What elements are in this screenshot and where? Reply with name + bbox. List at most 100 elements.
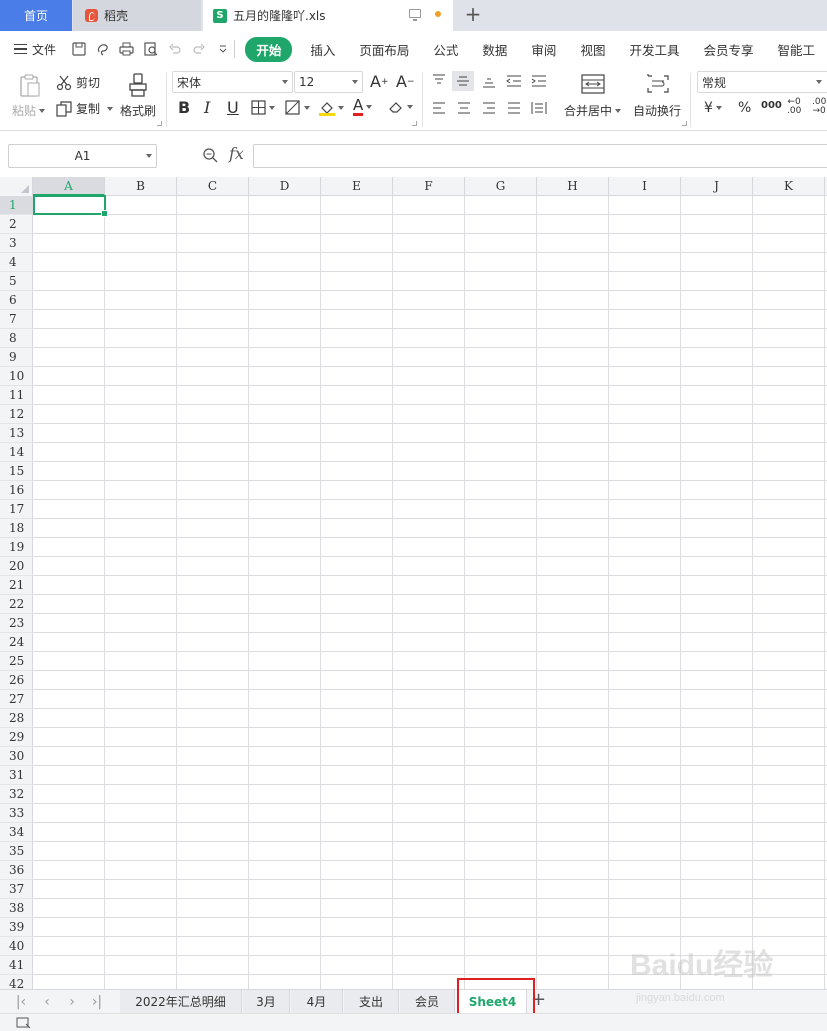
tab-data[interactable]: 数据 — [470, 40, 519, 59]
row-header[interactable]: 37 — [0, 880, 33, 899]
column-header[interactable]: D — [249, 177, 321, 196]
wrap-text-icon[interactable] — [645, 72, 671, 96]
row-header[interactable]: 31 — [0, 766, 33, 785]
column-header[interactable]: B — [105, 177, 177, 196]
save-icon[interactable] — [71, 42, 86, 57]
row-header[interactable]: 5 — [0, 272, 33, 291]
wrap-text-button[interactable]: 自动换行 — [633, 102, 681, 119]
font-size-select[interactable]: 12 — [294, 71, 363, 93]
row-header[interactable]: 27 — [0, 690, 33, 709]
row-header[interactable]: 38 — [0, 899, 33, 918]
daoke-tab[interactable]: 稻壳 — [73, 0, 201, 31]
row-header[interactable]: 16 — [0, 481, 33, 500]
tab-formulas[interactable]: 公式 — [421, 40, 470, 59]
row-header[interactable]: 19 — [0, 538, 33, 557]
underline-button[interactable]: U — [227, 98, 239, 117]
thousands-button[interactable]: 000 — [761, 100, 782, 111]
sheet-tab-expenses[interactable]: 支出 — [344, 990, 399, 1014]
row-header[interactable]: 8 — [0, 329, 33, 348]
row-header[interactable]: 2 — [0, 215, 33, 234]
tab-view[interactable]: 视图 — [568, 40, 617, 59]
number-format-select[interactable]: 常规 — [697, 71, 827, 93]
row-header[interactable]: 13 — [0, 424, 33, 443]
select-all-button[interactable] — [0, 177, 33, 196]
row-header[interactable]: 20 — [0, 557, 33, 576]
zoom-icon[interactable] — [202, 147, 218, 166]
paste-icon[interactable] — [18, 73, 42, 99]
increase-font-button[interactable]: A + — [370, 72, 389, 91]
align-bottom-icon[interactable] — [480, 73, 498, 91]
border-button[interactable] — [251, 100, 275, 115]
row-header[interactable]: 21 — [0, 576, 33, 595]
first-sheet-button[interactable]: |‹ — [14, 994, 28, 1010]
row-header[interactable]: 18 — [0, 519, 33, 538]
clipboard-group-corner[interactable] — [157, 121, 162, 126]
row-header[interactable]: 29 — [0, 728, 33, 747]
cell-area[interactable] — [33, 196, 827, 989]
row-header[interactable]: 39 — [0, 918, 33, 937]
print-preview-icon[interactable] — [143, 42, 158, 57]
row-header[interactable]: 7 — [0, 310, 33, 329]
undo-icon[interactable] — [167, 42, 182, 57]
document-tab[interactable]: S 五月的隆隆吖.xls — [203, 0, 453, 31]
row-header[interactable]: 1 — [0, 196, 33, 215]
merge-center-button[interactable]: 合并居中 — [564, 102, 622, 119]
increase-indent-icon[interactable] — [530, 72, 548, 90]
format-painter-icon[interactable] — [128, 72, 148, 98]
new-tab-button[interactable]: + — [462, 4, 484, 26]
cell-style-button[interactable] — [285, 100, 310, 115]
merge-center-icon[interactable] — [580, 72, 606, 96]
tab-member[interactable]: 会员专享 — [691, 40, 765, 59]
add-decimal-button[interactable]: ←0.00 — [787, 98, 801, 116]
align-right-icon[interactable] — [480, 99, 498, 117]
sheet-tab-2022-summary[interactable]: 2022年汇总明细 — [120, 990, 242, 1014]
alignment-group-corner[interactable] — [682, 121, 687, 126]
tab-insert[interactable]: 插入 — [298, 40, 347, 59]
name-box[interactable]: A1 — [8, 144, 157, 168]
column-header[interactable]: A — [33, 177, 105, 196]
tab-start[interactable]: 开始 — [245, 36, 293, 62]
justify-icon[interactable] — [505, 99, 523, 117]
row-header[interactable]: 41 — [0, 956, 33, 975]
monitor-icon[interactable] — [409, 9, 421, 21]
column-header[interactable]: H — [537, 177, 609, 196]
row-header[interactable]: 30 — [0, 747, 33, 766]
row-header[interactable]: 34 — [0, 823, 33, 842]
row-header[interactable]: 36 — [0, 861, 33, 880]
paste-button[interactable]: 粘贴 — [12, 102, 46, 119]
row-header[interactable]: 24 — [0, 633, 33, 652]
italic-button[interactable]: I — [204, 98, 210, 117]
column-header[interactable]: J — [681, 177, 753, 196]
font-group-corner[interactable] — [412, 121, 417, 126]
row-header[interactable]: 23 — [0, 614, 33, 633]
column-header[interactable]: E — [321, 177, 393, 196]
row-header[interactable]: 15 — [0, 462, 33, 481]
font-name-select[interactable]: 宋体 — [172, 71, 293, 93]
row-header[interactable]: 22 — [0, 595, 33, 614]
distribute-icon[interactable] — [530, 99, 548, 117]
column-header[interactable]: I — [609, 177, 681, 196]
currency-button[interactable]: ¥ — [704, 100, 722, 116]
last-sheet-button[interactable]: ›| — [90, 994, 104, 1010]
row-header[interactable]: 25 — [0, 652, 33, 671]
sheet-tab-members[interactable]: 会员 — [400, 990, 455, 1014]
copy-button[interactable]: 复制 — [56, 100, 114, 117]
column-header[interactable]: C — [177, 177, 249, 196]
row-header[interactable]: 26 — [0, 671, 33, 690]
row-header[interactable]: 33 — [0, 804, 33, 823]
row-header[interactable]: 12 — [0, 405, 33, 424]
column-header[interactable]: G — [465, 177, 537, 196]
home-tab[interactable]: 首页 — [0, 0, 72, 31]
redo-icon[interactable] — [191, 42, 206, 57]
row-header[interactable]: 14 — [0, 443, 33, 462]
lasso-icon[interactable] — [95, 42, 110, 57]
tab-page-layout[interactable]: 页面布局 — [347, 40, 421, 59]
print-icon[interactable] — [119, 42, 135, 57]
customize-dropdown-icon[interactable] — [215, 42, 230, 57]
align-left-icon[interactable] — [430, 99, 448, 117]
row-header[interactable]: 32 — [0, 785, 33, 804]
tab-smart-tools[interactable]: 智能工 — [765, 40, 827, 59]
row-header[interactable]: 40 — [0, 937, 33, 956]
row-header[interactable]: 35 — [0, 842, 33, 861]
font-color-button[interactable]: A — [353, 98, 373, 116]
